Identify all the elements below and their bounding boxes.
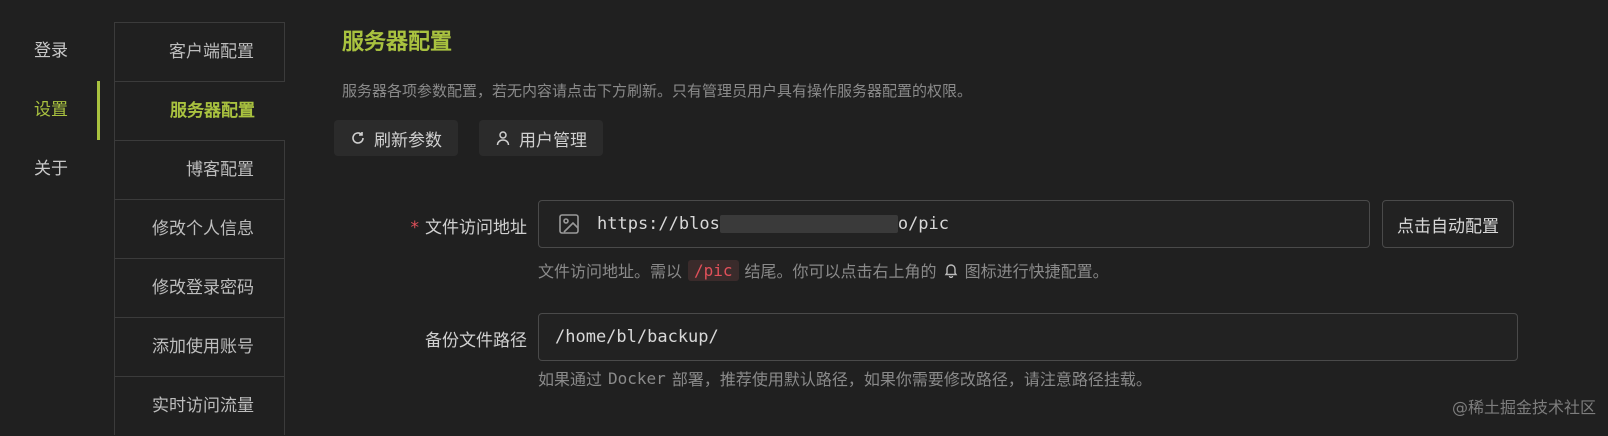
refresh-icon — [352, 132, 364, 144]
main-panel: 服务器配置 服务器各项参数配置，若无内容请点击下方刷新。只有管理员用户具有操作服… — [334, 0, 1608, 426]
refresh-params-button[interactable]: 刷新参数 — [334, 120, 458, 156]
backup-path-value: /home/bl/backup/ — [555, 327, 719, 347]
backup-path-input[interactable]: /home/bl/backup/ — [538, 313, 1518, 361]
image-icon — [559, 214, 579, 234]
sub-nav-item-server-config[interactable]: 服务器配置 — [115, 81, 285, 140]
page-title: 服务器配置 — [342, 30, 453, 55]
docker-text: Docker — [608, 368, 666, 388]
user-management-label: 用户管理 — [519, 130, 587, 151]
user-icon — [496, 131, 510, 146]
settings-sub-nav: 客户端配置 服务器配置 博客配置 修改个人信息 修改登录密码 添加使用账号 实时… — [114, 22, 285, 435]
bell-icon — [944, 264, 957, 278]
left-nav-item-about[interactable]: 关于 — [0, 140, 100, 199]
backup-path-hint: 如果通过 Docker 部署，推荐使用默认路径，如果你需要修改路径，请注意路径挂… — [538, 368, 1152, 390]
refresh-params-label: 刷新参数 — [374, 130, 442, 151]
page-description: 服务器各项参数配置，若无内容请点击下方刷新。只有管理员用户具有操作服务器配置的权… — [342, 82, 973, 100]
sub-nav-item-edit-profile[interactable]: 修改个人信息 — [115, 199, 285, 258]
file-url-value: https://blos o/pic — [597, 214, 950, 234]
file-url-input[interactable]: https://blos o/pic — [538, 200, 1370, 248]
user-management-button[interactable]: 用户管理 — [479, 120, 603, 156]
sub-nav-item-client-config[interactable]: 客户端配置 — [115, 22, 285, 81]
left-nav-item-settings[interactable]: 设置 — [0, 81, 100, 140]
redacted-text — [719, 215, 898, 233]
file-url-label-text: 文件访问地址 — [425, 218, 527, 238]
backup-path-label: 备份文件路径 — [425, 331, 527, 351]
auto-config-button[interactable]: 点击自动配置 — [1382, 200, 1514, 248]
sub-nav-item-add-account[interactable]: 添加使用账号 — [115, 317, 285, 376]
file-url-label: * 文件访问地址 — [411, 213, 528, 238]
required-mark: * — [410, 218, 420, 238]
left-nav-item-login[interactable]: 登录 — [0, 22, 100, 81]
left-nav: 登录 设置 关于 — [0, 22, 100, 199]
watermark: @稀土掘金技术社区 — [1451, 398, 1596, 417]
file-url-hint: 文件访问地址。需以 /pic 结尾。你可以点击右上角的 图标进行快捷配置。 — [538, 259, 1109, 281]
sub-nav-item-live-traffic[interactable]: 实时访问流量 — [115, 376, 285, 435]
sub-nav-item-blog-config[interactable]: 博客配置 — [115, 140, 285, 199]
pic-code: /pic — [688, 259, 739, 281]
sub-nav-item-change-password[interactable]: 修改登录密码 — [115, 258, 285, 317]
